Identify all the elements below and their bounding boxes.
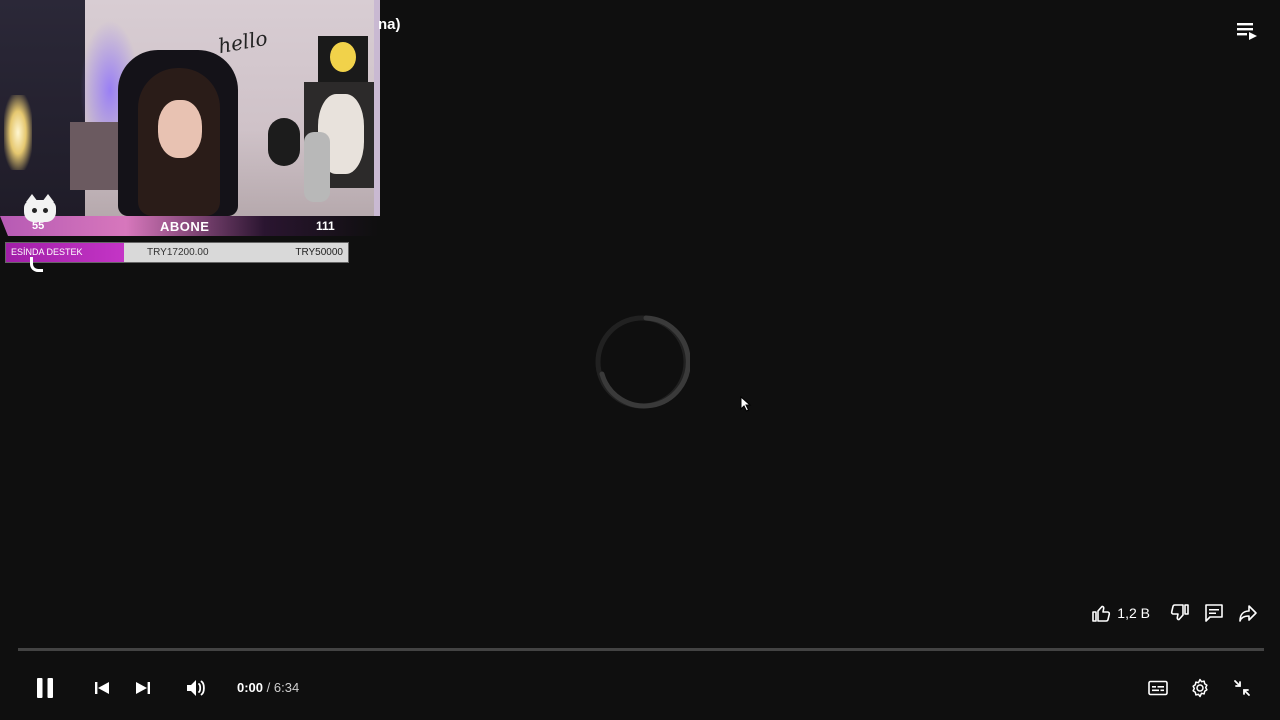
- comments-button[interactable]: [1204, 603, 1224, 623]
- volume-icon: [187, 680, 205, 696]
- subscriber-label: ABONE: [160, 219, 210, 234]
- next-icon: [136, 682, 150, 694]
- share-button[interactable]: [1238, 603, 1258, 623]
- current-time: 0:00: [237, 680, 264, 695]
- gear-icon: [1192, 678, 1208, 698]
- subscriber-goal: 111: [316, 219, 335, 233]
- exit-fullscreen-icon: [1234, 680, 1250, 696]
- cam-person-face: [158, 100, 202, 158]
- subscriber-goal-fill: [0, 216, 126, 236]
- progress-bar[interactable]: [18, 648, 1264, 651]
- video-actions: 1,2 B: [1091, 598, 1258, 628]
- donation-current: TRY17200.00: [147, 247, 209, 258]
- video-player[interactable]: hello na) 55 ABONE 111 ESİNDA DESTEK TRY…: [0, 0, 1280, 720]
- duration: 6:34: [273, 680, 300, 695]
- exit-fullscreen-button[interactable]: [1230, 668, 1254, 708]
- cam-lamp: [4, 95, 32, 170]
- captions-button[interactable]: [1146, 668, 1170, 708]
- cam-duck-poster: [318, 36, 368, 82]
- control-bar: 0:00 / 6:34: [0, 668, 1280, 708]
- cam-microphone: [268, 118, 300, 166]
- dislike-button[interactable]: [1170, 603, 1190, 623]
- volume-button[interactable]: [184, 668, 208, 708]
- captions-icon: [1148, 680, 1168, 696]
- overlay-glyph: [30, 257, 43, 272]
- pause-icon: [37, 678, 53, 698]
- donation-target: TRY50000: [295, 247, 343, 258]
- previous-button[interactable]: [91, 668, 113, 708]
- donation-title: ESİNDA DESTEK: [11, 247, 83, 257]
- video-title-fragment: na): [378, 16, 401, 33]
- playlist-queue-icon[interactable]: [1236, 20, 1258, 42]
- cam-poster: [70, 122, 122, 190]
- pause-button[interactable]: [32, 668, 58, 708]
- next-button[interactable]: [132, 668, 154, 708]
- thumbs-down-icon: [1170, 604, 1189, 621]
- comments-icon: [1205, 604, 1223, 622]
- webcam-overlay: hello: [0, 0, 380, 216]
- subscriber-goal-bar: 55 ABONE 111: [0, 216, 378, 236]
- thumbs-up-icon: [1092, 605, 1111, 622]
- cam-microphone-2: [304, 132, 330, 202]
- time-display: 0:00 / 6:34: [237, 680, 299, 695]
- like-button[interactable]: 1,2 B: [1091, 603, 1150, 623]
- donation-goal-bar: ESİNDA DESTEK TRY17200.00 TRY50000: [5, 242, 349, 263]
- share-icon: [1239, 605, 1257, 622]
- loading-spinner: [594, 314, 691, 410]
- previous-icon: [95, 682, 109, 694]
- mouse-cursor-icon: [740, 395, 752, 412]
- settings-button[interactable]: [1188, 668, 1212, 708]
- time-separator: /: [263, 680, 274, 695]
- like-count: 1,2 B: [1117, 605, 1150, 621]
- cat-logo-icon: [24, 194, 56, 222]
